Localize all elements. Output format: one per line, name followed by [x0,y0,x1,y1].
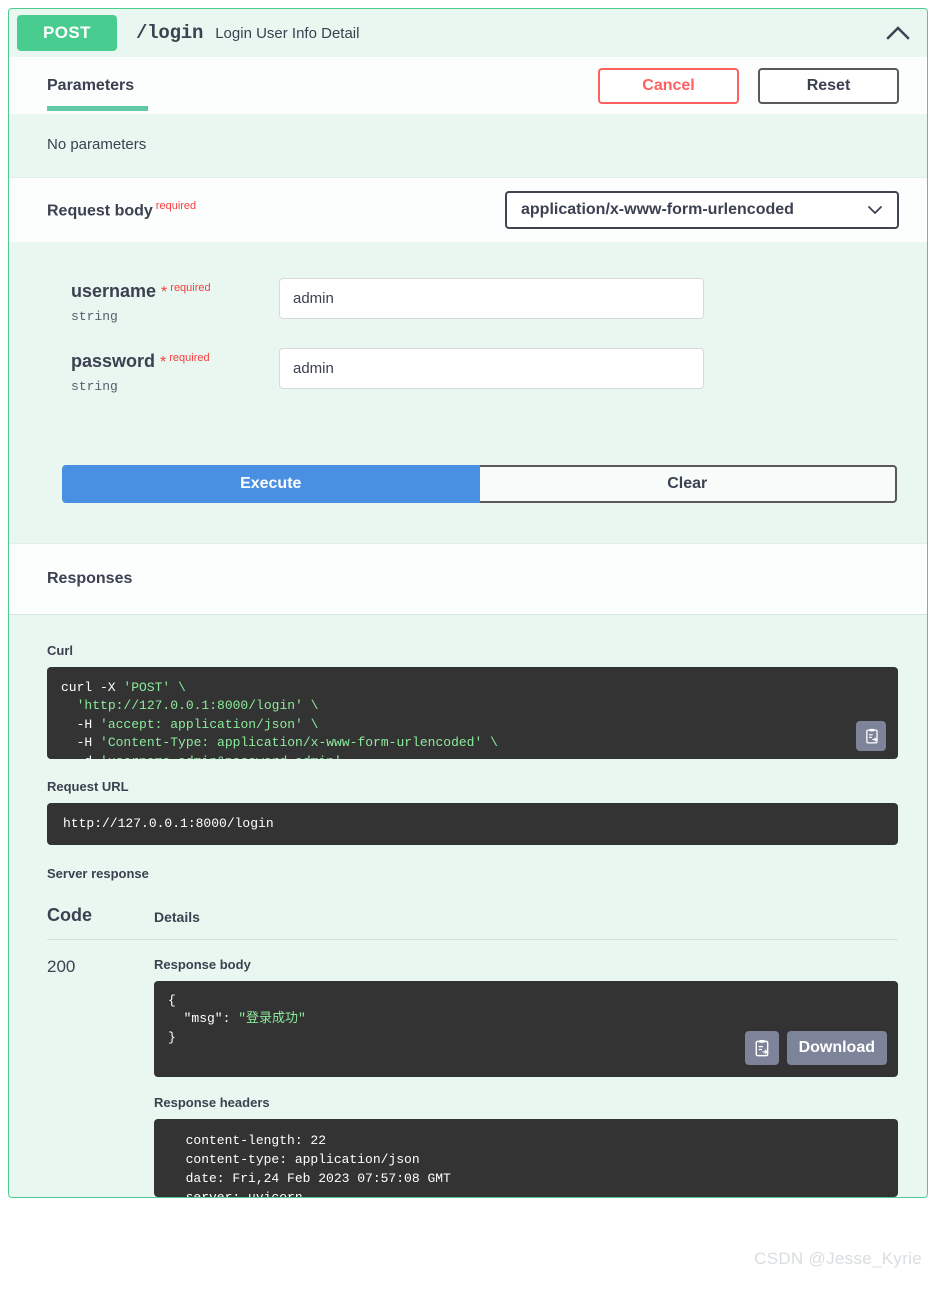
curl-plain: curl -X [61,680,123,695]
tab-row: Parameters Cancel Reset [9,57,927,114]
username-input[interactable] [279,278,704,319]
chevron-up-icon[interactable] [881,16,915,50]
cancel-button[interactable]: Cancel [598,68,739,104]
clear-button[interactable]: Clear [480,465,897,503]
response-details: Response body { "msg": "登录成功" } Download… [154,957,898,1197]
curl-arg: 'accept: application/json' \ [100,717,318,732]
column-header-details: Details [154,905,200,926]
operation-header[interactable]: POST /login Login User Info Detail [9,9,927,57]
request-body-title: Request body [47,202,153,219]
field-required-tag: required [169,352,209,364]
password-input[interactable] [279,348,704,389]
request-body-form: username*required string password*requir… [9,242,927,394]
curl-line: -d 'username=admin&password=admin' [61,754,342,759]
tab-actions: Cancel Reset [598,68,899,104]
mime-type-value: application/x-www-form-urlencoded [521,201,794,219]
copy-icon[interactable] [856,721,886,751]
field-meta: password *required string [71,348,279,394]
curl-arg: 'Content-Type: application/x-www-form-ur… [100,735,498,750]
responses-heading: Responses [9,543,927,614]
json-value: "登录成功" [238,1011,306,1026]
execute-button[interactable]: Execute [62,465,480,503]
json-key: "msg": [168,1011,238,1026]
download-button[interactable]: Download [787,1031,887,1065]
curl-code-block: curl -X 'POST' \ 'http://127.0.0.1:8000/… [47,667,898,759]
curl-line: 'http://127.0.0.1:8000/login' \ [61,698,318,713]
operation-path: /login [136,22,203,44]
field-name: username [71,281,156,301]
mime-type-select[interactable]: application/x-www-form-urlencoded [505,191,899,229]
curl-plain: -H [61,717,100,732]
curl-label: Curl [47,643,898,658]
request-url-label: Request URL [47,779,898,794]
responses-body: Curl curl -X 'POST' \ 'http://127.0.0.1:… [9,614,927,1197]
response-table-header: Code Details [47,881,898,940]
curl-plain [61,698,77,713]
field-name: password [71,351,155,371]
http-method-badge: POST [17,15,117,51]
response-headers-label: Response headers [154,1095,898,1110]
curl-arg: 'username=admin&password=admin' [100,754,342,759]
curl-plain: -d [61,754,100,759]
no-parameters-text: No parameters [9,114,927,177]
operation-summary: Login User Info Detail [215,25,359,42]
field-required-star: * [160,354,166,371]
request-body-label: Request bodyrequired [47,200,196,220]
field-required-star: * [161,284,167,301]
table-row: 200 Response body { "msg": "登录成功" } Down… [47,940,898,1197]
tab-active-underline [47,106,148,111]
curl-plain: -H [61,735,100,750]
field-row: password *required string [9,348,927,394]
server-response-label: Server response [47,866,898,881]
field-type: string [71,309,279,324]
tab-parameters[interactable]: Parameters [47,77,134,95]
operation-block: POST /login Login User Info Detail Param… [8,8,928,1198]
reset-button[interactable]: Reset [758,68,899,104]
execute-row: Execute Clear [9,418,927,543]
field-row: username *required string [9,278,927,324]
request-url-block: http://127.0.0.1:8000/login [47,803,898,845]
curl-line: -H 'Content-Type: application/x-www-form… [61,735,498,750]
json-brace-open: { [168,993,176,1008]
field-meta: username *required string [71,278,279,324]
curl-line: -H 'accept: application/json' \ [61,717,318,732]
copy-icon[interactable] [745,1031,779,1065]
response-headers-block: content-length: 22 content-type: applica… [154,1119,898,1197]
response-body-label: Response body [154,957,898,972]
request-body-row: Request bodyrequired application/x-www-f… [9,177,927,242]
field-type: string [71,379,279,394]
request-body-required-tag: required [156,200,196,212]
curl-arg: 'POST' \ [123,680,185,695]
curl-line: curl -X 'POST' \ [61,680,186,695]
chevron-down-icon [867,205,883,215]
response-status-code: 200 [47,957,154,1197]
json-brace-close: } [168,1030,176,1045]
column-header-code: Code [47,905,154,926]
response-body-actions: Download [745,1031,887,1065]
curl-arg: 'http://127.0.0.1:8000/login' \ [77,698,319,713]
response-body-block: { "msg": "登录成功" } Download [154,981,898,1077]
field-required-tag: required [170,282,210,294]
watermark: CSDN @Jesse_Kyrie [754,1249,922,1269]
